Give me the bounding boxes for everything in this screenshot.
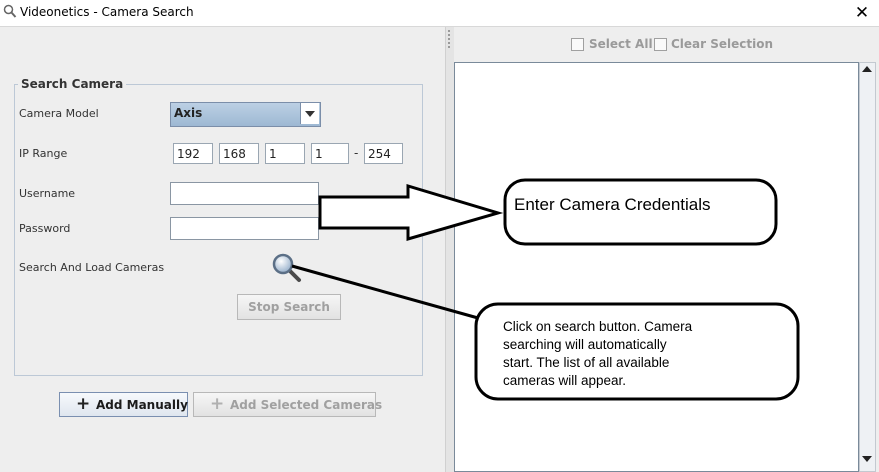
stop-search-button[interactable]: Stop Search bbox=[237, 294, 341, 320]
plus-icon: + bbox=[210, 394, 225, 414]
password-label: Password bbox=[19, 222, 71, 235]
search-callout-line: Click on search button. Camera bbox=[503, 319, 693, 334]
add-manually-label: Add Manually bbox=[96, 398, 188, 412]
username-field[interactable] bbox=[170, 182, 319, 205]
camera-model-value: Axis bbox=[174, 106, 203, 120]
close-button[interactable]: ✕ bbox=[852, 3, 872, 23]
divider-grip bbox=[448, 38, 450, 40]
ip-range-separator: - bbox=[354, 146, 359, 160]
ip-octet-3-field[interactable]: 1 bbox=[265, 143, 305, 164]
search-callout-text: Click on search button. Camera searching… bbox=[503, 318, 692, 390]
search-camera-legend: Search Camera bbox=[18, 77, 127, 91]
vertical-scrollbar[interactable] bbox=[859, 62, 876, 472]
search-icon[interactable] bbox=[270, 251, 302, 283]
select-all-label[interactable]: Select All bbox=[589, 37, 653, 51]
divider-grip bbox=[448, 46, 450, 48]
username-label: Username bbox=[19, 187, 76, 200]
scroll-down-icon[interactable] bbox=[862, 456, 872, 462]
credentials-callout-text: Enter Camera Credentials bbox=[514, 195, 711, 214]
select-all-checkbox[interactable] bbox=[571, 38, 584, 51]
add-selected-cameras-label: Add Selected Cameras bbox=[230, 398, 383, 412]
app-search-icon bbox=[3, 4, 17, 18]
camera-results-list[interactable] bbox=[454, 62, 859, 472]
password-field[interactable] bbox=[170, 217, 319, 240]
ip-octet-4-end-field[interactable]: 254 bbox=[364, 143, 403, 164]
camera-model-label: Camera Model bbox=[19, 107, 99, 120]
divider-grip bbox=[448, 30, 450, 32]
ip-octet-2-field[interactable]: 168 bbox=[219, 143, 259, 164]
ip-octet-1-field[interactable]: 192 bbox=[173, 143, 213, 164]
divider-grip bbox=[448, 34, 450, 36]
scroll-up-icon[interactable] bbox=[862, 66, 872, 72]
search-callout-line: searching will automatically bbox=[503, 337, 667, 352]
plus-icon: + bbox=[76, 394, 91, 414]
search-callout-line: start. The list of all available bbox=[503, 355, 670, 370]
clear-selection-label[interactable]: Clear Selection bbox=[671, 37, 773, 51]
chevron-down-icon bbox=[305, 111, 315, 117]
window-title: Videonetics - Camera Search bbox=[20, 5, 194, 19]
search-and-load-label: Search And Load Cameras bbox=[19, 261, 165, 274]
ip-octet-4-start-field[interactable]: 1 bbox=[311, 143, 349, 164]
search-callout-line: cameras will appear. bbox=[503, 373, 627, 388]
clear-selection-checkbox[interactable] bbox=[654, 38, 667, 51]
divider-grip bbox=[448, 42, 450, 44]
ip-range-label: IP Range bbox=[19, 147, 68, 160]
